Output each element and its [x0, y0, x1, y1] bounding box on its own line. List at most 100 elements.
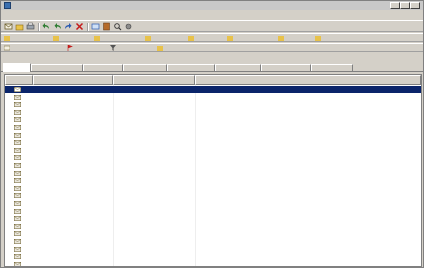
- maximize-icon[interactable]: [400, 2, 410, 9]
- from-cell: [115, 185, 193, 192]
- column-header[interactable]: [33, 75, 113, 85]
- minimize-icon[interactable]: [390, 2, 400, 9]
- quick-folder-button[interactable]: [278, 35, 312, 42]
- window-title: [15, 2, 75, 9]
- table-row[interactable]: [5, 253, 421, 260]
- received-cell: [35, 94, 111, 101]
- envelope-open-icon: [14, 132, 21, 138]
- table-row[interactable]: [5, 238, 421, 245]
- send-receive-icon[interactable]: [91, 22, 100, 31]
- reply-icon[interactable]: [42, 22, 51, 31]
- table-row[interactable]: [5, 101, 421, 108]
- tab[interactable]: [311, 64, 353, 71]
- from-cell: [115, 261, 193, 266]
- table-row[interactable]: [5, 177, 421, 184]
- quick-folder-button[interactable]: [145, 35, 185, 42]
- table-row[interactable]: [5, 162, 421, 169]
- table-row[interactable]: [5, 116, 421, 123]
- tab[interactable]: [3, 63, 31, 72]
- table-row[interactable]: [5, 185, 421, 192]
- folder-icon: [227, 35, 233, 41]
- received-cell: [35, 147, 111, 154]
- table-row[interactable]: [5, 94, 421, 101]
- received-cell: [35, 200, 111, 207]
- filter-icon: [110, 45, 116, 51]
- from-cell: [115, 230, 193, 237]
- column-header[interactable]: [195, 75, 421, 85]
- envelope-open-icon: [14, 216, 21, 222]
- envelope-open-icon: [14, 201, 21, 206]
- table-row[interactable]: [5, 223, 421, 230]
- from-cell: [115, 253, 193, 260]
- view-bar: [1, 43, 423, 52]
- tab[interactable]: [123, 64, 167, 71]
- subject-cell: [197, 139, 419, 146]
- print-icon[interactable]: [26, 22, 35, 31]
- column-header[interactable]: [5, 75, 33, 85]
- envelope-open-icon: [14, 163, 21, 168]
- table-row[interactable]: [5, 154, 421, 161]
- tab[interactable]: [215, 64, 261, 71]
- table-row[interactable]: [5, 86, 421, 93]
- view-button[interactable]: [67, 44, 107, 52]
- table-row[interactable]: [5, 208, 421, 215]
- table-row[interactable]: [5, 261, 421, 266]
- close-icon[interactable]: [410, 2, 420, 9]
- view-button[interactable]: [157, 45, 199, 52]
- subject-cell: [197, 132, 419, 139]
- view-button[interactable]: [3, 45, 64, 52]
- tab[interactable]: [261, 64, 311, 71]
- table-row[interactable]: [5, 215, 421, 222]
- search-icon[interactable]: [113, 22, 122, 31]
- quick-folder-button[interactable]: [188, 35, 224, 42]
- table-row[interactable]: [5, 124, 421, 131]
- options-icon[interactable]: [124, 22, 133, 31]
- tab[interactable]: [83, 64, 123, 71]
- quick-folder-button[interactable]: [227, 35, 275, 42]
- quick-folder-button[interactable]: [53, 35, 91, 42]
- delete-icon[interactable]: [75, 22, 84, 31]
- address-book-icon[interactable]: [102, 22, 111, 31]
- forward-icon[interactable]: [64, 22, 73, 31]
- menu-item[interactable]: [67, 12, 83, 18]
- received-cell: [35, 230, 111, 237]
- reply-all-icon[interactable]: [53, 22, 62, 31]
- envelope-open-icon: [14, 185, 21, 191]
- menu-item[interactable]: [50, 12, 66, 18]
- from-cell: [115, 223, 193, 230]
- table-row[interactable]: [5, 147, 421, 154]
- table-row[interactable]: [5, 246, 421, 253]
- received-cell: [35, 246, 111, 253]
- tab[interactable]: [167, 64, 215, 71]
- subject-cell: [197, 116, 419, 123]
- table-row[interactable]: [5, 109, 421, 116]
- column-header[interactable]: [113, 75, 195, 85]
- menu-item[interactable]: [84, 12, 100, 18]
- table-row[interactable]: [5, 192, 421, 199]
- from-cell: [115, 200, 193, 207]
- table-row[interactable]: [5, 139, 421, 146]
- message-list[interactable]: [4, 74, 422, 267]
- new-message-icon[interactable]: [4, 22, 13, 31]
- table-row[interactable]: [5, 132, 421, 139]
- quick-folder-button[interactable]: [315, 35, 359, 42]
- main-toolbar: [1, 20, 423, 32]
- view-button[interactable]: [110, 45, 154, 52]
- from-cell: [115, 101, 193, 108]
- subject-cell: [197, 147, 419, 154]
- table-row[interactable]: [5, 170, 421, 177]
- envelope-open-icon: [14, 170, 21, 176]
- from-cell: [115, 154, 193, 161]
- subject-cell: [197, 230, 419, 237]
- quick-folder-button[interactable]: [4, 35, 50, 42]
- received-cell: [35, 238, 111, 245]
- quick-folder-button[interactable]: [94, 35, 142, 42]
- menu-item[interactable]: [33, 12, 49, 18]
- table-row[interactable]: [5, 230, 421, 237]
- title-bar[interactable]: [1, 1, 423, 10]
- open-icon[interactable]: [15, 22, 24, 31]
- table-row[interactable]: [5, 200, 421, 207]
- from-cell: [115, 238, 193, 245]
- tab[interactable]: [31, 64, 83, 71]
- envelope-open-icon: [14, 117, 21, 123]
